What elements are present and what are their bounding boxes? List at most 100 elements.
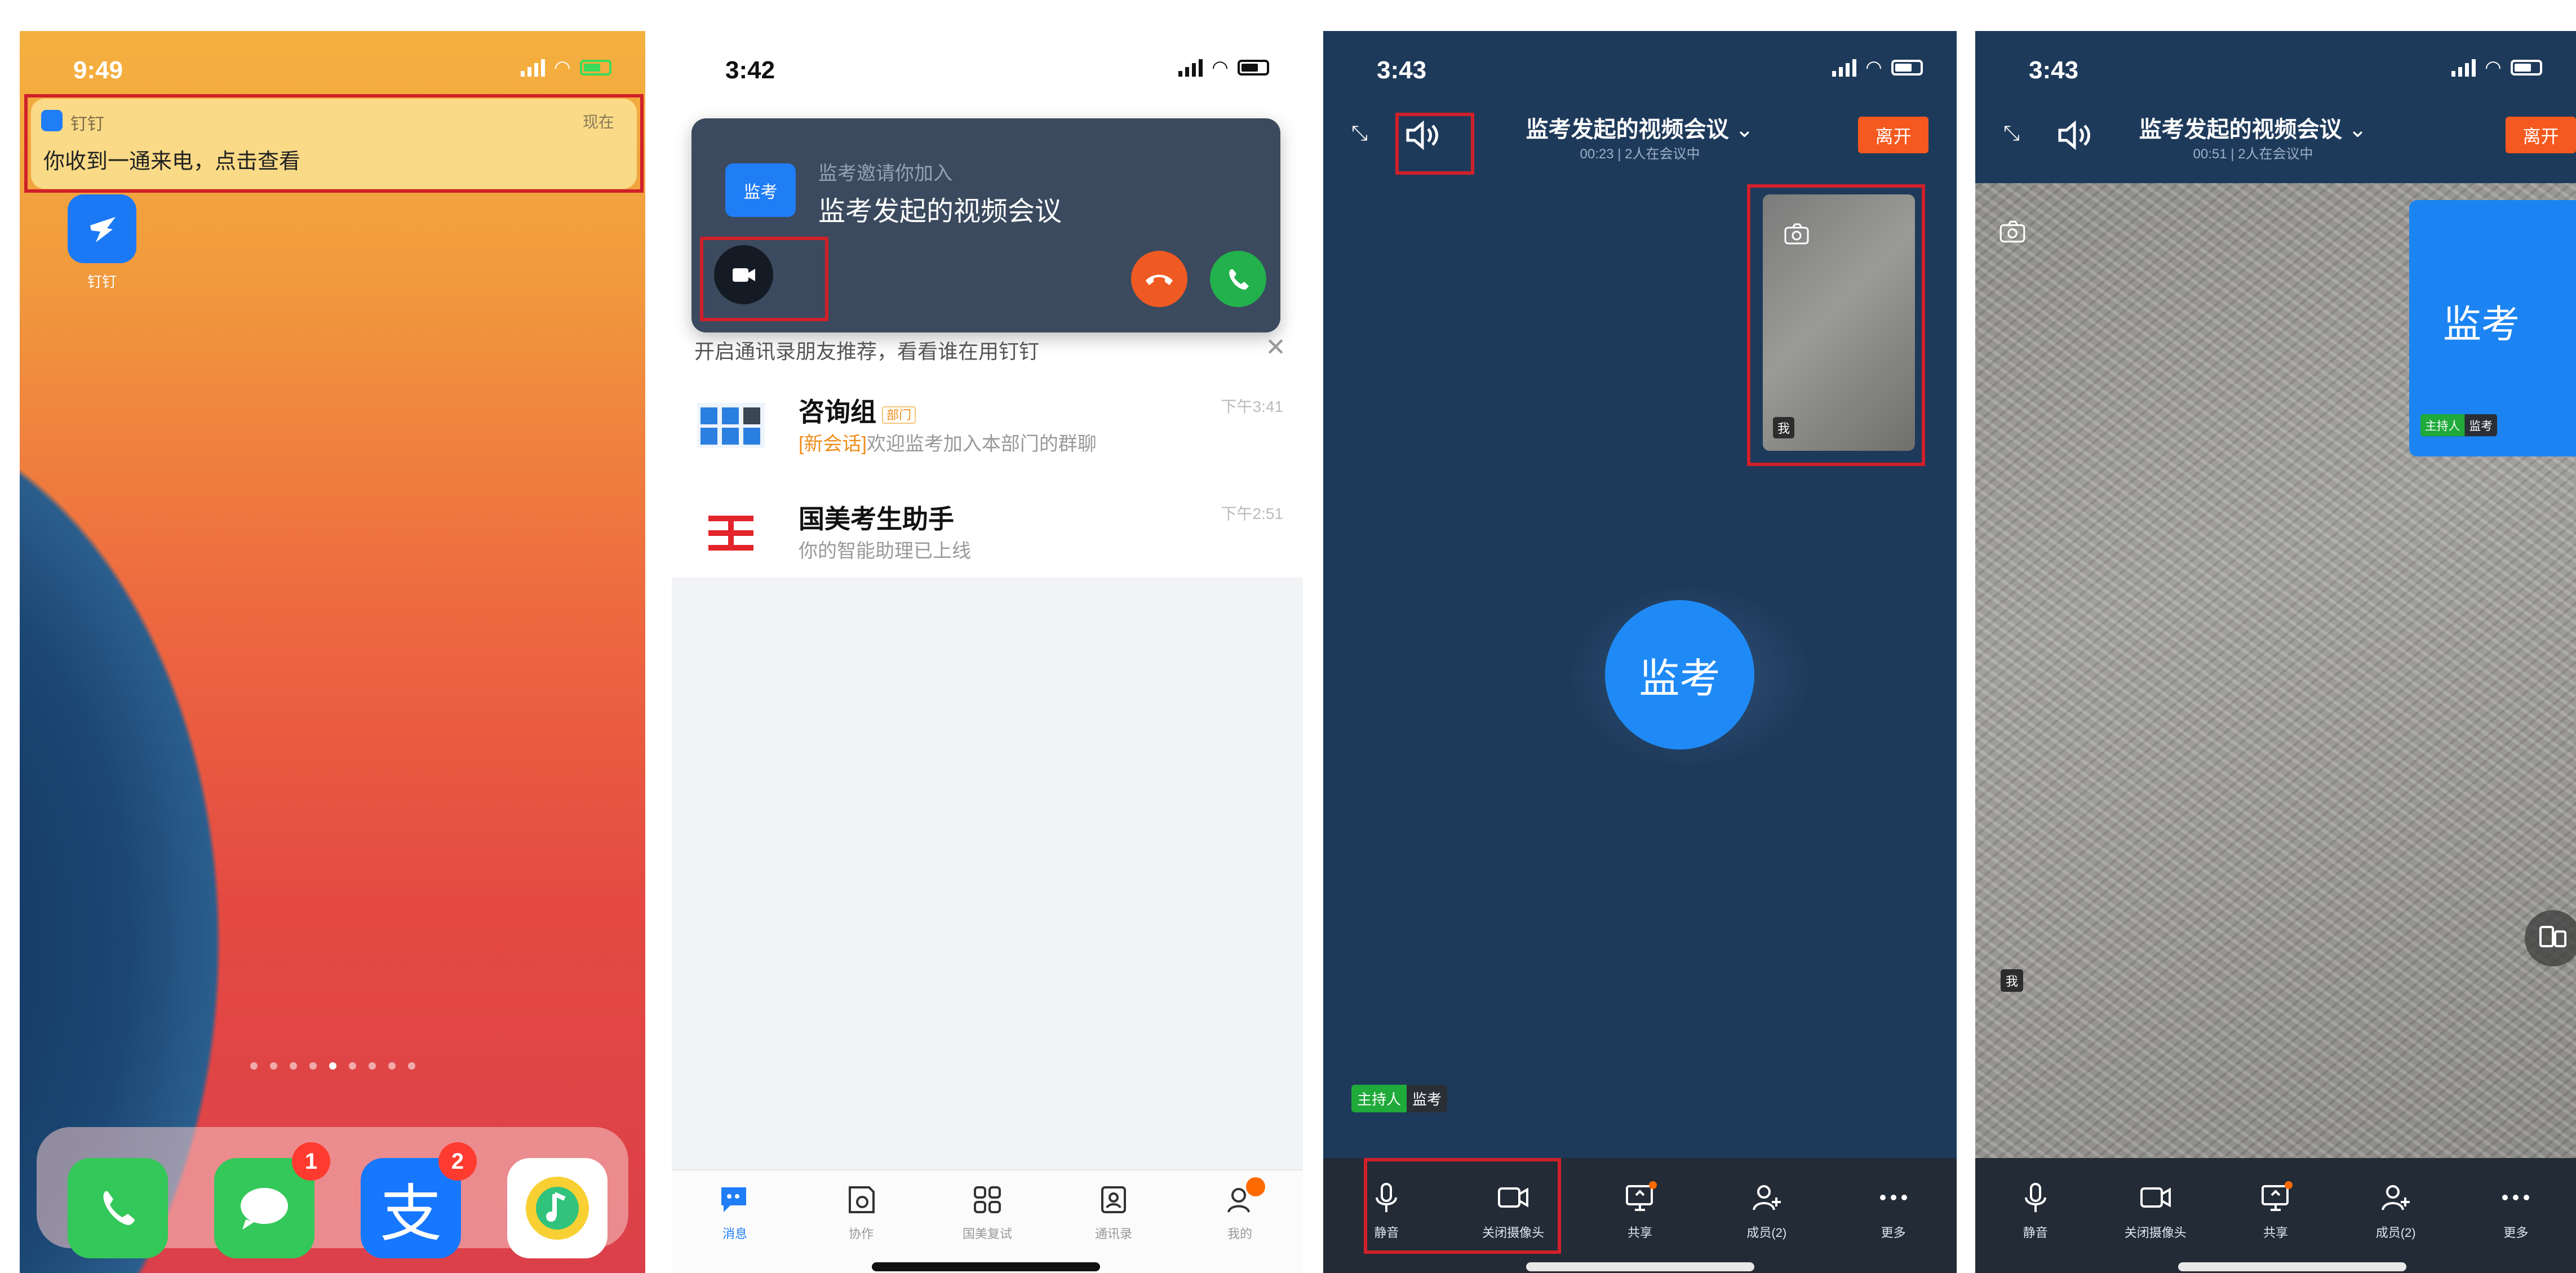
host-badge: 主持人 监考	[1351, 1085, 1448, 1112]
call-subtitle: 监考邀请你加入	[818, 163, 952, 184]
battery-icon	[580, 60, 611, 76]
screen-share-icon	[2261, 1181, 2293, 1211]
members-button[interactable]: 成员(2)	[2348, 1181, 2444, 1273]
answer-call-button[interactable]	[1210, 251, 1266, 307]
meeting-title[interactable]: 监考发起的视频会议 ⌄	[1975, 111, 2576, 144]
battery-icon	[1238, 60, 1269, 76]
remote-name: 监考	[2443, 303, 2520, 346]
messages-app-icon[interactable]: 1	[214, 1142, 330, 1258]
chevron-down-icon: ⌄	[1728, 117, 1754, 142]
apps-grid-icon	[974, 1186, 1001, 1213]
tab-collaboration[interactable]: 协作	[816, 1182, 906, 1273]
video-camera-icon	[2140, 1187, 2171, 1208]
wifi-icon: ◠	[1866, 57, 1881, 78]
collaboration-icon	[849, 1186, 875, 1213]
members-button[interactable]: 成员(2)	[1719, 1181, 1815, 1273]
remote-participant-tile[interactable]: 监考 主持人 监考	[2409, 200, 2576, 456]
add-member-icon	[1752, 1185, 1781, 1210]
status-time: 3:42	[725, 56, 775, 84]
more-button[interactable]: 更多	[1846, 1181, 1941, 1273]
message-bubble-icon	[241, 1188, 288, 1230]
contact-recommend-tip[interactable]: 开启通讯录朋友推荐，看看谁在用钉钉	[694, 335, 1286, 365]
home-indicator	[872, 1262, 1100, 1271]
phone-icon	[103, 1191, 135, 1225]
microphone-icon	[2024, 1183, 2046, 1212]
signal-icon	[2451, 59, 2476, 77]
host-badge: 主持人 监考	[2420, 414, 2498, 437]
video-meeting-camera-panel: 3:43 ◠ ⤡ 监考发起的视频会议 ⌄ 00:51 | 2人在会议中 离开 监…	[1975, 31, 2576, 1273]
status-time: 9:49	[73, 56, 123, 84]
highlight-box	[24, 94, 644, 193]
chevron-down-icon: ⌄	[2342, 117, 2367, 142]
camera-off-button[interactable]: 关闭摄像头	[2108, 1181, 2203, 1273]
meeting-header: ⤡ 监考发起的视频会议 ⌄ 00:51 | 2人在会议中 离开	[1975, 104, 2576, 183]
highlight-box	[700, 237, 828, 321]
mute-button[interactable]: 静音	[1988, 1181, 2083, 1273]
chat-time: 下午3:41	[1221, 398, 1284, 415]
meeting-toolbar: 静音 关闭摄像头 共享 成员(2) 更多	[1975, 1158, 2576, 1273]
share-button[interactable]: 共享	[1592, 1181, 1688, 1273]
qq-music-app-icon[interactable]	[507, 1158, 608, 1258]
chat-preview: [新会话]欢迎监考加入本部门的群聊	[799, 433, 1097, 455]
more-icon	[2502, 1195, 2530, 1200]
phone-icon	[1229, 269, 1249, 290]
status-time: 3:43	[2029, 56, 2079, 84]
dingtalk-app-icon[interactable]	[68, 194, 136, 263]
self-label: 我	[2001, 969, 2023, 992]
signal-icon	[1832, 59, 1856, 77]
alipay-badge: 2	[438, 1142, 477, 1181]
leave-button[interactable]: 离开	[1858, 117, 1928, 153]
alipay-app-icon[interactable]: 支 2	[361, 1142, 477, 1258]
chat-name: 咨询组 部门	[799, 392, 916, 429]
leave-button[interactable]: 离开	[2506, 117, 2576, 153]
signal-icon	[1178, 59, 1203, 77]
home-indicator	[1526, 1262, 1754, 1271]
layout-switch-icon	[2539, 926, 2566, 947]
chat-list-item[interactable]: 国美考生助手 你的智能助理已上线 下午2:51	[697, 487, 1283, 578]
tab-messages[interactable]: 消息	[690, 1182, 780, 1273]
hang-up-icon	[1146, 274, 1173, 285]
wifi-icon: ◠	[2485, 57, 2500, 78]
wifi-icon: ◠	[1212, 57, 1227, 78]
screen-share-icon	[1625, 1181, 1657, 1211]
notification-dot	[1246, 1177, 1265, 1196]
more-button[interactable]: 更多	[2468, 1181, 2564, 1273]
highlight-box	[1747, 184, 1925, 466]
call-title: 监考发起的视频会议	[818, 197, 1062, 227]
chat-name: 国美考生助手	[799, 504, 954, 534]
status-bar: 3:43 ◠	[1975, 31, 2576, 99]
chat-icon	[721, 1187, 746, 1212]
group-avatar-icon	[697, 403, 765, 448]
wifi-icon: ◠	[555, 57, 570, 78]
layout-switch-button[interactable]	[2525, 910, 2576, 966]
caller-avatar: 监考	[725, 163, 796, 217]
meeting-status: 00:51 | 2人在会议中	[2193, 147, 2313, 162]
phone-app-icon[interactable]	[68, 1158, 168, 1258]
department-tag: 部门	[882, 406, 916, 424]
home-indicator	[2178, 1262, 2406, 1271]
tab-contacts[interactable]: 通讯录	[1068, 1182, 1159, 1273]
dingtalk-messages-panel: 3:42 ◠ 监考 监考邀请你加入 监考发起的视频会议 开启通讯录朋友推荐，看看…	[672, 31, 1303, 1273]
battery-icon	[2511, 60, 2542, 76]
close-icon[interactable]: ✕	[1265, 333, 1286, 362]
qq-music-icon	[526, 1177, 589, 1240]
tab-me[interactable]: 我的	[1195, 1177, 1285, 1273]
tab-gome-exam[interactable]: 国美复试	[942, 1182, 1032, 1273]
video-meeting-panel: 3:43 ◠ ⤡ 监考发起的视频会议 ⌄ 00:23 | 2人在会议中 离开 我…	[1323, 31, 1957, 1273]
chat-preview: 你的智能助理已上线	[799, 540, 971, 562]
status-time: 3:43	[1377, 56, 1427, 84]
switch-camera-icon[interactable]	[1998, 217, 2027, 246]
highlight-box	[1364, 1158, 1561, 1254]
dingtalk-app-label: 钉钉	[87, 273, 117, 290]
empty-area	[672, 578, 1303, 1169]
chat-list-item[interactable]: 咨询组 部门 [新会话]欢迎监考加入本部门的群聊 下午3:41	[697, 380, 1283, 471]
decline-call-button[interactable]	[1131, 251, 1187, 307]
messages-badge: 1	[292, 1142, 330, 1181]
status-bar: 3:43 ◠	[1323, 31, 1957, 99]
alipay-logo-icon: 支	[380, 1178, 442, 1250]
share-button[interactable]: 共享	[2228, 1181, 2324, 1273]
more-icon	[1879, 1195, 1907, 1200]
dingtalk-logo-icon	[90, 217, 116, 242]
bottom-tab-bar: 消息 协作 国美复试 通讯录 我的	[672, 1169, 1303, 1273]
status-bar: 3:42 ◠	[672, 31, 1303, 99]
